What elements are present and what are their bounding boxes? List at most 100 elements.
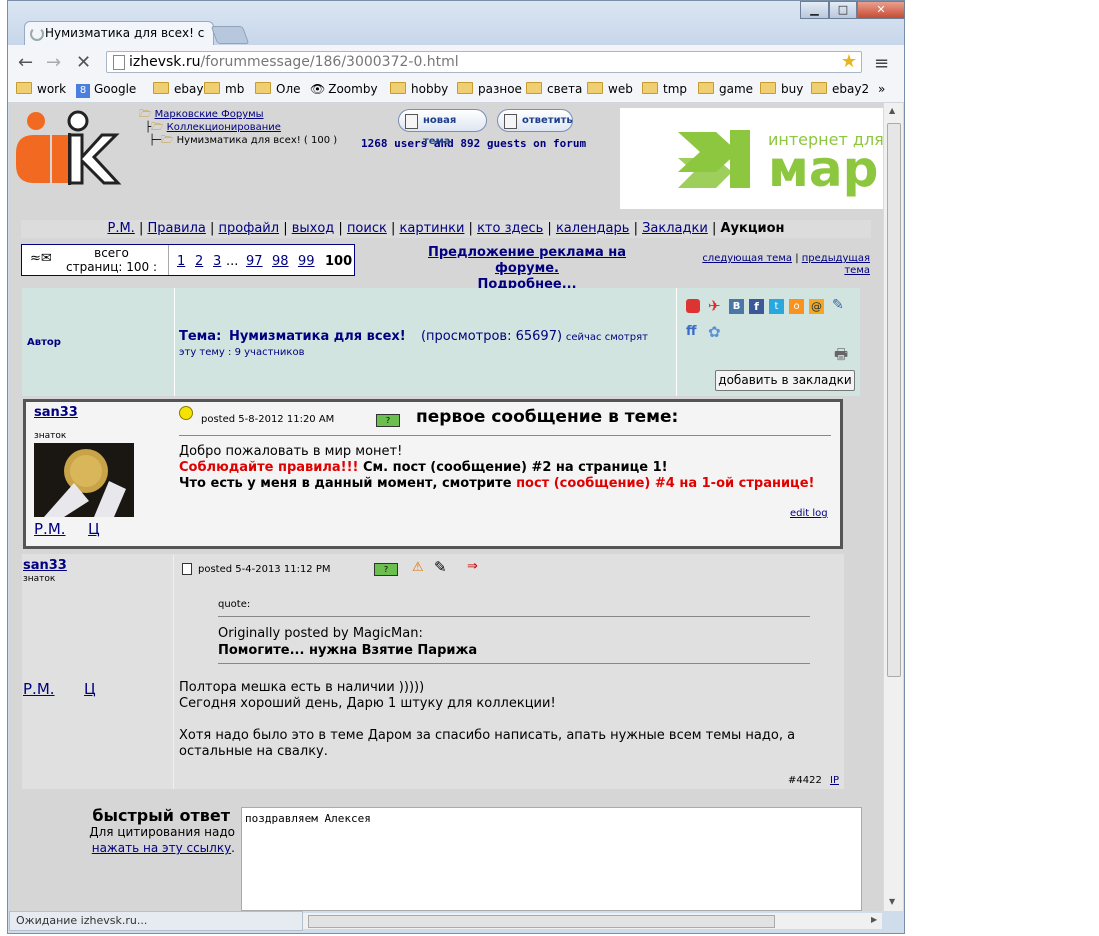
avatar[interactable] xyxy=(34,443,134,517)
post-rm-link[interactable]: Р.М. xyxy=(34,520,66,538)
page-link-2[interactable]: 2 xyxy=(195,254,203,269)
google-icon: 8 xyxy=(76,84,90,98)
page-link-99[interactable]: 99 xyxy=(298,254,315,269)
post-body: Полтора мешка есть в наличии ))))) Сегод… xyxy=(179,680,839,760)
document-icon xyxy=(504,114,517,129)
bookmark-hobby[interactable]: hobby xyxy=(390,82,448,96)
reply-text: поздравляем Алексея xyxy=(245,812,371,825)
add-bookmark-button[interactable]: добавить в закладки xyxy=(715,370,855,391)
envelope-icon[interactable]: ≈✉ xyxy=(30,251,52,266)
horizontal-scrollbar[interactable]: ▶ xyxy=(303,913,882,929)
page-link-1[interactable]: 1 xyxy=(177,254,185,269)
post-ip-link[interactable]: IP xyxy=(830,775,839,786)
bookmark-zoomby[interactable]: 👁 Zoomby xyxy=(310,82,378,96)
minimize-button[interactable]: ▁ xyxy=(800,1,829,19)
post-rm-link[interactable]: Р.М. xyxy=(23,680,55,698)
reply-textarea[interactable]: поздравляем Алексея xyxy=(241,807,862,911)
next-thread-link[interactable]: следующая тема xyxy=(702,253,792,264)
nav-who-here[interactable]: кто здесь xyxy=(477,221,543,236)
scroll-down-icon[interactable]: ▼ xyxy=(889,897,895,906)
share-settings-icon[interactable]: ✿ xyxy=(708,323,721,341)
reply-button[interactable]: ответить xyxy=(497,109,573,132)
share-person-icon[interactable]: ✈ xyxy=(708,297,721,315)
page-link-3[interactable]: 3 xyxy=(213,254,221,269)
bookmark-mb[interactable]: mb xyxy=(204,82,244,96)
address-bar[interactable]: izhevsk.ru/forummessage/186/3000372-0.ht… xyxy=(106,51,862,73)
bookmark-star-icon[interactable]: ★ xyxy=(841,52,857,72)
scroll-thumb[interactable] xyxy=(308,915,775,928)
share-vk-icon[interactable]: В xyxy=(729,299,744,314)
post-c-link[interactable]: Ц xyxy=(84,680,96,698)
crumb-link-forums[interactable]: Марковские Форумы xyxy=(155,109,264,120)
bookmark-label: Оле xyxy=(276,82,301,96)
stop-loading-icon[interactable]: ✕ xyxy=(76,52,91,73)
nav-pictures[interactable]: картинки xyxy=(400,221,465,236)
report-warning-icon[interactable]: ⚠ xyxy=(412,560,424,575)
nav-profile[interactable]: профайл xyxy=(219,221,280,236)
bookmark-sveta[interactable]: света xyxy=(526,82,582,96)
bookmark-buy[interactable]: buy xyxy=(760,82,803,96)
print-icon[interactable]: 🖶 xyxy=(834,344,848,369)
bookmarks-more[interactable]: » xyxy=(878,82,885,96)
share-facebook-icon[interactable]: f xyxy=(749,299,764,314)
quote-link[interactable]: нажать на эту ссылку xyxy=(92,841,231,855)
bookmark-game[interactable]: game xyxy=(698,82,753,96)
close-window-button[interactable]: ✕ xyxy=(857,1,905,19)
back-arrow-icon[interactable]: ← xyxy=(18,52,33,73)
post-c-link[interactable]: Ц xyxy=(88,520,100,538)
profile-icon[interactable]: ? xyxy=(376,414,400,427)
post-author-link[interactable]: san33 xyxy=(34,405,78,420)
share-mailru-icon[interactable]: @ xyxy=(809,299,824,314)
page-link-98[interactable]: 98 xyxy=(272,254,289,269)
bookmark-ebay2[interactable]: ebay2 xyxy=(811,82,869,96)
bookmark-web[interactable]: web xyxy=(587,82,633,96)
vertical-scrollbar[interactable]: ▲ ▼ xyxy=(883,103,903,911)
share-twitter-icon[interactable]: t xyxy=(769,299,784,314)
profile-icon[interactable]: ? xyxy=(374,563,398,576)
bookmark-ole[interactable]: Оле xyxy=(255,82,301,96)
post-line-2: Сегодня хороший день, Дарю 1 штуку для к… xyxy=(179,696,556,711)
nav-rules[interactable]: Правила xyxy=(147,221,205,236)
site-logo[interactable] xyxy=(12,107,138,185)
nav-bookmarks[interactable]: Закладки xyxy=(642,221,708,236)
prev-thread-link[interactable]: предыдущая тема xyxy=(802,253,870,276)
nav-rm[interactable]: Р.М. xyxy=(107,221,134,236)
page-link-97[interactable]: 97 xyxy=(246,254,263,269)
promo-link[interactable]: Предложение реклама на форуме. xyxy=(428,245,626,276)
ad-banner[interactable]: интернет для мар xyxy=(620,108,883,209)
scroll-right-icon[interactable]: ▶ xyxy=(871,915,877,924)
bookmark-work[interactable]: work xyxy=(16,82,66,96)
bookmark-ebay[interactable]: ebay xyxy=(153,82,203,96)
new-topic-button[interactable]: новая тема xyxy=(398,109,487,147)
nav-logout[interactable]: выход xyxy=(292,221,335,236)
folder-icon xyxy=(153,82,169,94)
share-friendfeed-icon[interactable]: ff xyxy=(686,324,697,339)
open-folder-icon: 🗁 xyxy=(151,122,164,133)
edit-post-icon[interactable]: ✎ xyxy=(434,558,447,576)
share-pen-icon[interactable]: ✎ xyxy=(832,297,844,313)
bookmark-google[interactable]: 8 Google xyxy=(76,82,136,98)
new-tab-button[interactable] xyxy=(210,26,250,44)
edit-log-link[interactable]: edit log xyxy=(790,508,828,519)
crumb-link-collecting[interactable]: Коллекционирование xyxy=(167,122,281,133)
thread-title-block: Тема: Нумизматика для всех! (просмотров:… xyxy=(179,329,673,358)
maximize-button[interactable]: □ xyxy=(829,1,857,19)
collection-link-text: пост (сообщение) #4 на 1-ой странице! xyxy=(516,476,815,491)
scroll-up-icon[interactable]: ▲ xyxy=(889,106,895,115)
scroll-thumb[interactable] xyxy=(887,123,901,677)
bookmark-raznoe[interactable]: разное xyxy=(457,82,522,96)
smiley-icon xyxy=(179,406,193,420)
nav-calendar[interactable]: календарь xyxy=(556,221,630,236)
forward-arrow-icon[interactable]: → xyxy=(46,52,61,73)
bookmark-tmp[interactable]: tmp xyxy=(642,82,687,96)
quote-reply-icon[interactable]: ⇒ xyxy=(467,559,478,574)
nav-auction[interactable]: Аукцион xyxy=(720,221,784,236)
nav-search[interactable]: поиск xyxy=(347,221,387,236)
menu-icon[interactable]: ≡ xyxy=(874,53,889,74)
share-ok-icon[interactable]: о xyxy=(789,299,804,314)
tab-active[interactable]: Нумизматика для всех! с xyxy=(24,21,214,45)
bookmark-label: mb xyxy=(225,82,245,96)
share-mail-icon[interactable] xyxy=(686,299,700,313)
views-count: (просмотров: 65697) xyxy=(420,329,563,344)
post-author-link[interactable]: san33 xyxy=(23,558,67,573)
